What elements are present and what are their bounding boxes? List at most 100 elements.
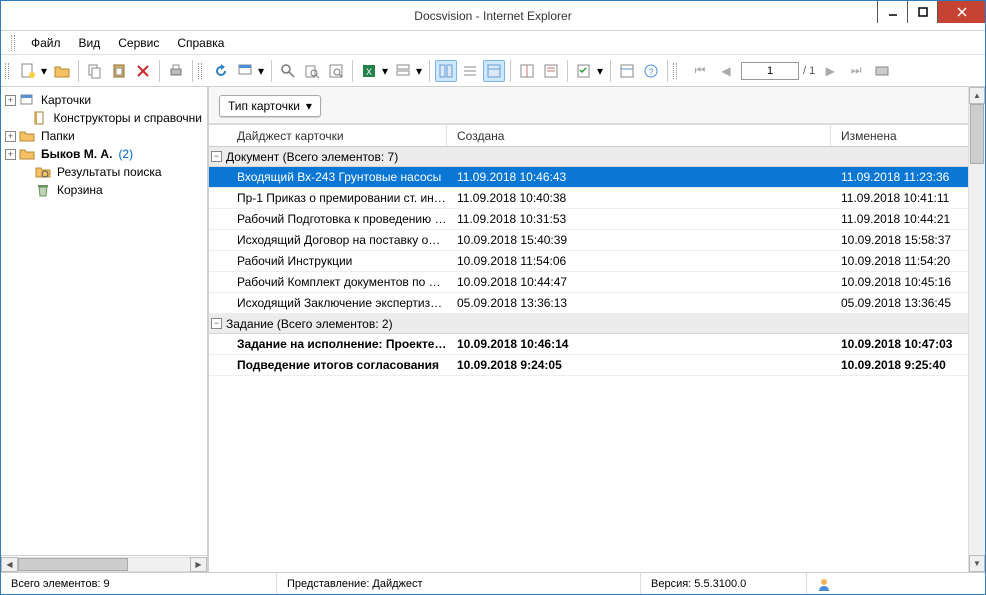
tree-search-results[interactable]: Результаты поиска bbox=[3, 163, 205, 181]
scroll-thumb[interactable] bbox=[970, 104, 984, 164]
pager-goto[interactable] bbox=[871, 60, 893, 82]
pager-last[interactable]: ⏭ bbox=[845, 60, 867, 82]
export-excel-dropdown[interactable]: ▾ bbox=[380, 64, 390, 78]
close-button[interactable] bbox=[937, 1, 985, 23]
tasks-dropdown[interactable]: ▾ bbox=[595, 64, 605, 78]
group-tasks[interactable]: − Задание (Всего элементов: 2) bbox=[209, 314, 985, 334]
card-view-button[interactable] bbox=[234, 60, 256, 82]
group-documents[interactable]: − Документ (Всего элементов: 7) bbox=[209, 147, 985, 167]
table-row[interactable]: Исходящий Заключение экспертизы п...05.0… bbox=[209, 293, 985, 314]
tasks-button[interactable] bbox=[573, 60, 595, 82]
column-modified[interactable]: Изменена bbox=[831, 125, 985, 146]
collapse-icon[interactable]: − bbox=[211, 318, 222, 329]
vertical-scrollbar[interactable]: ▲ ▼ bbox=[968, 87, 985, 572]
expand-icon[interactable]: + bbox=[5, 149, 16, 160]
pager-input[interactable] bbox=[741, 62, 799, 80]
tree-constructors[interactable]: Конструкторы и справочни bbox=[3, 109, 205, 127]
table-row[interactable]: Подведение итогов согласования10.09.2018… bbox=[209, 355, 985, 376]
cell-modified: 11.09.2018 11:23:36 bbox=[831, 170, 985, 184]
table-row[interactable]: Исходящий Договор на поставку обор...10.… bbox=[209, 230, 985, 251]
table-row[interactable]: Рабочий Подготовка к проведению се... 11.… bbox=[209, 209, 985, 230]
toolbar-grip-1[interactable] bbox=[5, 63, 9, 79]
cell-modified: 10.09.2018 15:58:37 bbox=[831, 233, 985, 247]
view-mode-3[interactable] bbox=[483, 60, 505, 82]
cell-modified: 10.09.2018 10:45:16 bbox=[831, 275, 985, 289]
copy-button[interactable] bbox=[84, 60, 106, 82]
cell-digest: Рабочий Инструкции bbox=[227, 254, 447, 268]
card-view-dropdown[interactable]: ▾ bbox=[256, 64, 266, 78]
folder-tree: + Карточки Конструкторы и справочни + Па… bbox=[1, 87, 207, 555]
search-button[interactable] bbox=[277, 60, 299, 82]
cell-created: 11.09.2018 10:40:38 bbox=[447, 191, 831, 205]
svg-text:X: X bbox=[366, 67, 372, 77]
minimize-button[interactable] bbox=[877, 1, 907, 23]
export-excel-button[interactable]: X bbox=[358, 60, 380, 82]
toolbar-grip-2[interactable] bbox=[198, 63, 202, 79]
advanced-search-button[interactable] bbox=[301, 60, 323, 82]
view-mode-2[interactable] bbox=[459, 60, 481, 82]
menu-file[interactable]: Файл bbox=[23, 34, 69, 52]
full-text-search-button[interactable] bbox=[325, 60, 347, 82]
cell-digest: Рабочий Подготовка к проведению се... bbox=[227, 212, 447, 226]
view-mode-1[interactable] bbox=[435, 60, 457, 82]
tree-user[interactable]: + Быков М. А. (2) bbox=[3, 145, 205, 163]
column-digest[interactable]: Дайджест карточки bbox=[227, 125, 447, 146]
expand-icon[interactable]: + bbox=[5, 95, 16, 106]
column-created[interactable]: Создана bbox=[447, 125, 831, 146]
cell-created: 10.09.2018 15:40:39 bbox=[447, 233, 831, 247]
new-card-button[interactable] bbox=[17, 60, 39, 82]
new-card-dropdown[interactable]: ▾ bbox=[39, 64, 49, 78]
refresh-button[interactable] bbox=[210, 60, 232, 82]
grouping-dropdown[interactable]: ▾ bbox=[414, 64, 424, 78]
delete-button[interactable] bbox=[132, 60, 154, 82]
scroll-thumb[interactable] bbox=[18, 558, 128, 571]
print-button[interactable] bbox=[165, 60, 187, 82]
sidebar: + Карточки Конструкторы и справочни + Па… bbox=[1, 87, 209, 572]
paste-button[interactable] bbox=[108, 60, 130, 82]
customize-button[interactable] bbox=[616, 60, 638, 82]
menu-view[interactable]: Вид bbox=[71, 34, 109, 52]
scroll-up[interactable]: ▲ bbox=[969, 87, 985, 104]
table-row[interactable]: Рабочий Инструкции10.09.2018 11:54:0610.… bbox=[209, 251, 985, 272]
table-row[interactable]: Пр-1 Приказ о премировании ст. инж...11.… bbox=[209, 188, 985, 209]
menu-help[interactable]: Справка bbox=[169, 34, 232, 52]
cell-modified: 10.09.2018 9:25:40 bbox=[831, 358, 985, 372]
cell-digest: Рабочий Комплект документов по про... bbox=[227, 275, 447, 289]
table-row[interactable]: Рабочий Комплект документов по про...10.… bbox=[209, 272, 985, 293]
pager-next[interactable]: ▶ bbox=[819, 60, 841, 82]
menu-grip[interactable] bbox=[11, 35, 15, 51]
cell-created: 11.09.2018 10:46:43 bbox=[447, 170, 831, 184]
toolbar-grip-3[interactable] bbox=[673, 63, 677, 79]
collapse-icon[interactable]: − bbox=[211, 151, 222, 162]
cell-created: 10.09.2018 10:44:47 bbox=[447, 275, 831, 289]
grouping-button[interactable] bbox=[392, 60, 414, 82]
preview-pane-button[interactable] bbox=[516, 60, 538, 82]
scroll-down[interactable]: ▼ bbox=[969, 555, 985, 572]
expand-icon[interactable]: + bbox=[5, 131, 16, 142]
cell-modified: 11.09.2018 10:44:21 bbox=[831, 212, 985, 226]
pager-prev[interactable]: ◀ bbox=[715, 60, 737, 82]
tree-folders[interactable]: + Папки bbox=[3, 127, 205, 145]
tree-trash[interactable]: Корзина bbox=[3, 181, 205, 199]
maximize-button[interactable] bbox=[907, 1, 937, 23]
filter-button[interactable] bbox=[540, 60, 562, 82]
cell-digest: Задание на исполнение: Проекте ра... bbox=[227, 337, 447, 351]
cell-digest: Исходящий Заключение экспертизы п... bbox=[227, 296, 447, 310]
help-button[interactable]: ? bbox=[640, 60, 662, 82]
cell-created: 10.09.2018 11:54:06 bbox=[447, 254, 831, 268]
statusbar: Всего элементов: 9 Представление: Дайдже… bbox=[1, 572, 985, 594]
cell-modified: 10.09.2018 11:54:20 bbox=[831, 254, 985, 268]
open-folder-button[interactable] bbox=[51, 60, 73, 82]
card-type-dropdown[interactable]: Тип карточки ▾ bbox=[219, 95, 321, 117]
table-row[interactable]: Задание на исполнение: Проекте ра...10.0… bbox=[209, 334, 985, 355]
table-row[interactable]: Входящий Вх-243 Грунтовые насосы11.09.20… bbox=[209, 167, 985, 188]
sidebar-scrollbar[interactable]: ◀ ▶ bbox=[1, 555, 207, 572]
scroll-right[interactable]: ▶ bbox=[190, 557, 207, 572]
status-user bbox=[807, 573, 985, 594]
scroll-left[interactable]: ◀ bbox=[1, 557, 18, 572]
pager-first[interactable]: ⏮ bbox=[689, 60, 711, 82]
user-icon bbox=[817, 577, 831, 591]
menu-service[interactable]: Сервис bbox=[110, 34, 167, 52]
tree-cards[interactable]: + Карточки bbox=[3, 91, 205, 109]
cell-digest: Входящий Вх-243 Грунтовые насосы bbox=[227, 170, 447, 184]
